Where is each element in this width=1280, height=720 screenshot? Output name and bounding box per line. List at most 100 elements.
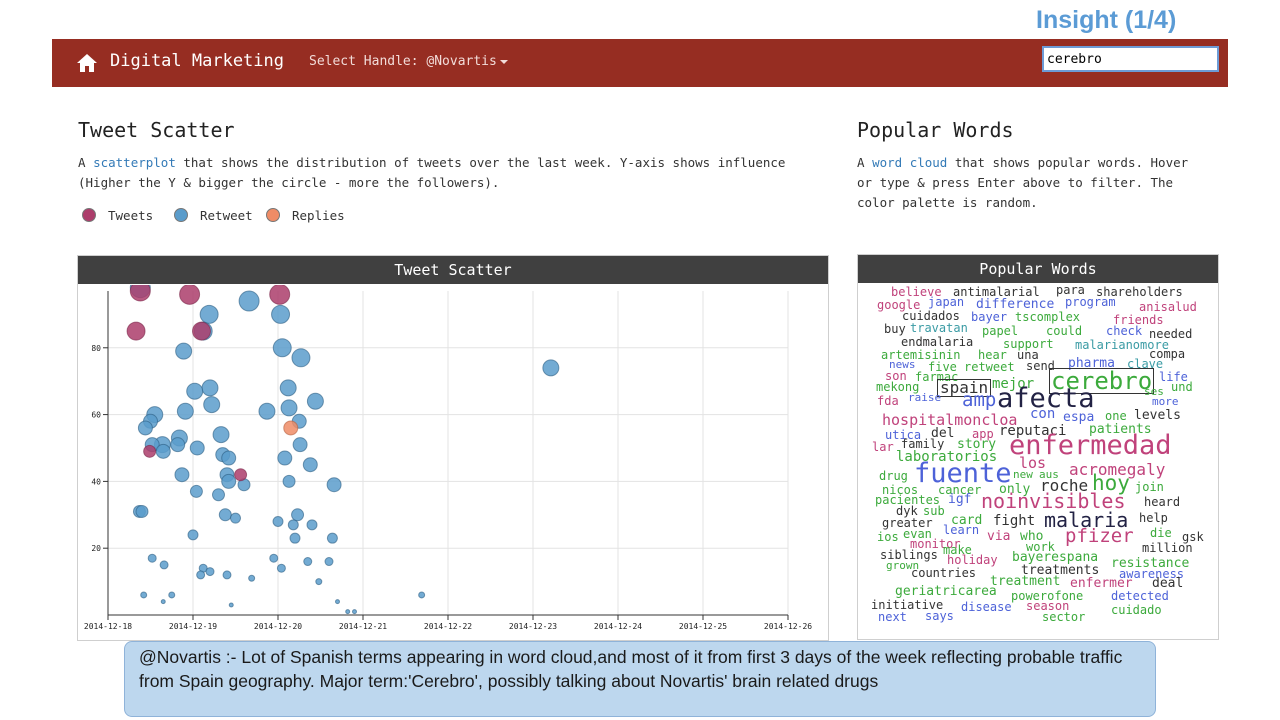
- word-die[interactable]: die: [1150, 527, 1172, 539]
- word-lar[interactable]: lar: [872, 441, 894, 453]
- word-japan[interactable]: japan: [928, 296, 964, 308]
- brand-link[interactable]: Digital Marketing: [110, 51, 284, 71]
- word-papel[interactable]: papel: [982, 325, 1018, 337]
- scatter-point-retweet[interactable]: [187, 529, 199, 541]
- scatter-point-retweet[interactable]: [196, 570, 206, 580]
- word-heard[interactable]: heard: [1144, 496, 1180, 508]
- scatter-point-tweets[interactable]: [269, 285, 291, 305]
- scatter-point-retweet[interactable]: [258, 402, 276, 420]
- word-und[interactable]: und: [1171, 381, 1193, 393]
- scatter-point-tweets[interactable]: [234, 468, 248, 482]
- scatter-point-retweet[interactable]: [280, 399, 298, 417]
- scatter-point-retweet[interactable]: [315, 578, 323, 586]
- scatter-point-retweet[interactable]: [335, 599, 340, 605]
- scatter-point-retweet[interactable]: [221, 450, 237, 466]
- scatter-point-retweet[interactable]: [345, 609, 351, 615]
- word-travatan[interactable]: travatan: [910, 322, 968, 334]
- word-via[interactable]: via: [987, 530, 1010, 543]
- word-sector[interactable]: sector: [1042, 611, 1085, 623]
- scatter-point-retweet[interactable]: [218, 508, 232, 522]
- scatter-point-retweet[interactable]: [276, 563, 286, 573]
- scatter-point-retweet[interactable]: [279, 379, 297, 397]
- scatter-point-retweet[interactable]: [352, 609, 357, 615]
- word-con[interactable]: con: [1030, 407, 1055, 421]
- scatter-point-retweet[interactable]: [291, 348, 311, 368]
- scatter-point-retweet[interactable]: [189, 440, 205, 456]
- word-amp[interactable]: amp: [962, 391, 996, 410]
- scatter-point-retweet[interactable]: [272, 338, 292, 358]
- word-check[interactable]: check: [1106, 325, 1142, 337]
- word-says[interactable]: says: [925, 610, 954, 622]
- word-raise[interactable]: raise: [908, 392, 941, 403]
- tweet-scatter-chart[interactable]: 2014-12-18 2014-12-19 2014-12-20 2014-12-21…: [78, 285, 828, 640]
- word-endmalaria[interactable]: endmalaria: [901, 336, 973, 348]
- word-holiday[interactable]: holiday: [947, 554, 998, 566]
- word-filter-input[interactable]: [1042, 46, 1219, 72]
- scatter-point-retweet[interactable]: [306, 519, 318, 531]
- word-join[interactable]: join: [1135, 481, 1164, 493]
- scatter-point-tweets[interactable]: [179, 285, 201, 305]
- scatter-point-retweet[interactable]: [212, 488, 225, 502]
- scatter-point-retweet[interactable]: [282, 474, 296, 488]
- scatter-point-retweet[interactable]: [199, 304, 219, 324]
- scatter-point-retweet[interactable]: [292, 437, 308, 453]
- scatter-point-retweet[interactable]: [291, 508, 305, 522]
- scatter-point-retweet[interactable]: [289, 532, 301, 544]
- word-geriatricarea[interactable]: geriatricarea: [895, 585, 997, 598]
- word-learn[interactable]: learn: [943, 524, 979, 536]
- scatter-point-retweet[interactable]: [135, 504, 149, 518]
- word-drug[interactable]: drug: [879, 470, 908, 482]
- scatter-point-retweet[interactable]: [272, 515, 284, 527]
- scatter-point-retweet[interactable]: [168, 591, 176, 599]
- scatter-point-retweet[interactable]: [212, 426, 230, 444]
- word-next[interactable]: next: [878, 611, 907, 623]
- scatter-point-retweet[interactable]: [160, 599, 166, 605]
- word-new[interactable]: new: [1013, 469, 1033, 480]
- word-more[interactable]: more: [1152, 396, 1179, 407]
- word-fight[interactable]: fight: [993, 514, 1035, 528]
- scatter-point-retweet[interactable]: [230, 512, 241, 524]
- scatter-point-retweet[interactable]: [269, 553, 279, 563]
- scatter-point-retweet[interactable]: [176, 402, 194, 420]
- scatter-point-retweet[interactable]: [303, 557, 313, 567]
- scatter-point-retweet[interactable]: [159, 560, 169, 570]
- scatter-point-retweet[interactable]: [418, 591, 426, 599]
- scatter-point-retweet[interactable]: [140, 591, 148, 599]
- word-anisalud[interactable]: anisalud: [1139, 301, 1197, 313]
- scatter-point-retweet[interactable]: [147, 553, 157, 563]
- scatter-point-tweets[interactable]: [129, 285, 151, 302]
- word-cloud-link[interactable]: word cloud: [872, 155, 947, 170]
- scatter-point-retweet[interactable]: [238, 290, 260, 312]
- word-countries[interactable]: countries: [911, 567, 976, 579]
- word-program[interactable]: program: [1065, 296, 1116, 308]
- word-bayer[interactable]: bayer: [971, 311, 1007, 323]
- word-buy[interactable]: buy: [884, 323, 906, 335]
- scatter-point-retweet[interactable]: [287, 519, 299, 531]
- scatter-point-retweet[interactable]: [277, 450, 293, 466]
- word-ios[interactable]: ios: [877, 531, 899, 543]
- word-levels[interactable]: levels: [1134, 409, 1181, 422]
- word-cuidado[interactable]: cuidado: [1111, 604, 1162, 616]
- scatter-point-retweet[interactable]: [222, 570, 232, 580]
- word-one[interactable]: one: [1105, 410, 1127, 422]
- scatter-point-retweet[interactable]: [302, 457, 318, 473]
- word-fda[interactable]: fda: [877, 395, 899, 407]
- word-tscomplex[interactable]: tscomplex: [1015, 311, 1080, 323]
- scatter-point-retweet[interactable]: [324, 557, 334, 567]
- scatter-point-retweet[interactable]: [271, 304, 291, 324]
- word-pfizer[interactable]: pfizer: [1065, 527, 1134, 546]
- word-million[interactable]: million: [1142, 542, 1193, 554]
- word-igf[interactable]: igf: [948, 493, 971, 506]
- word-detected[interactable]: detected: [1111, 590, 1169, 602]
- word-could[interactable]: could: [1046, 325, 1082, 337]
- scatter-point-retweet[interactable]: [542, 359, 560, 377]
- scatter-point-retweet[interactable]: [174, 467, 190, 483]
- scatter-point-retweet[interactable]: [203, 396, 221, 414]
- scatter-point-tweets[interactable]: [143, 444, 157, 458]
- scatterplot-link[interactable]: scatterplot: [93, 155, 176, 170]
- scatter-point-retweet[interactable]: [248, 574, 256, 582]
- scatter-point-retweet[interactable]: [326, 477, 342, 493]
- scatter-point-retweet[interactable]: [228, 602, 234, 608]
- scatter-point-tweets[interactable]: [192, 321, 211, 341]
- word-help[interactable]: help: [1139, 512, 1168, 524]
